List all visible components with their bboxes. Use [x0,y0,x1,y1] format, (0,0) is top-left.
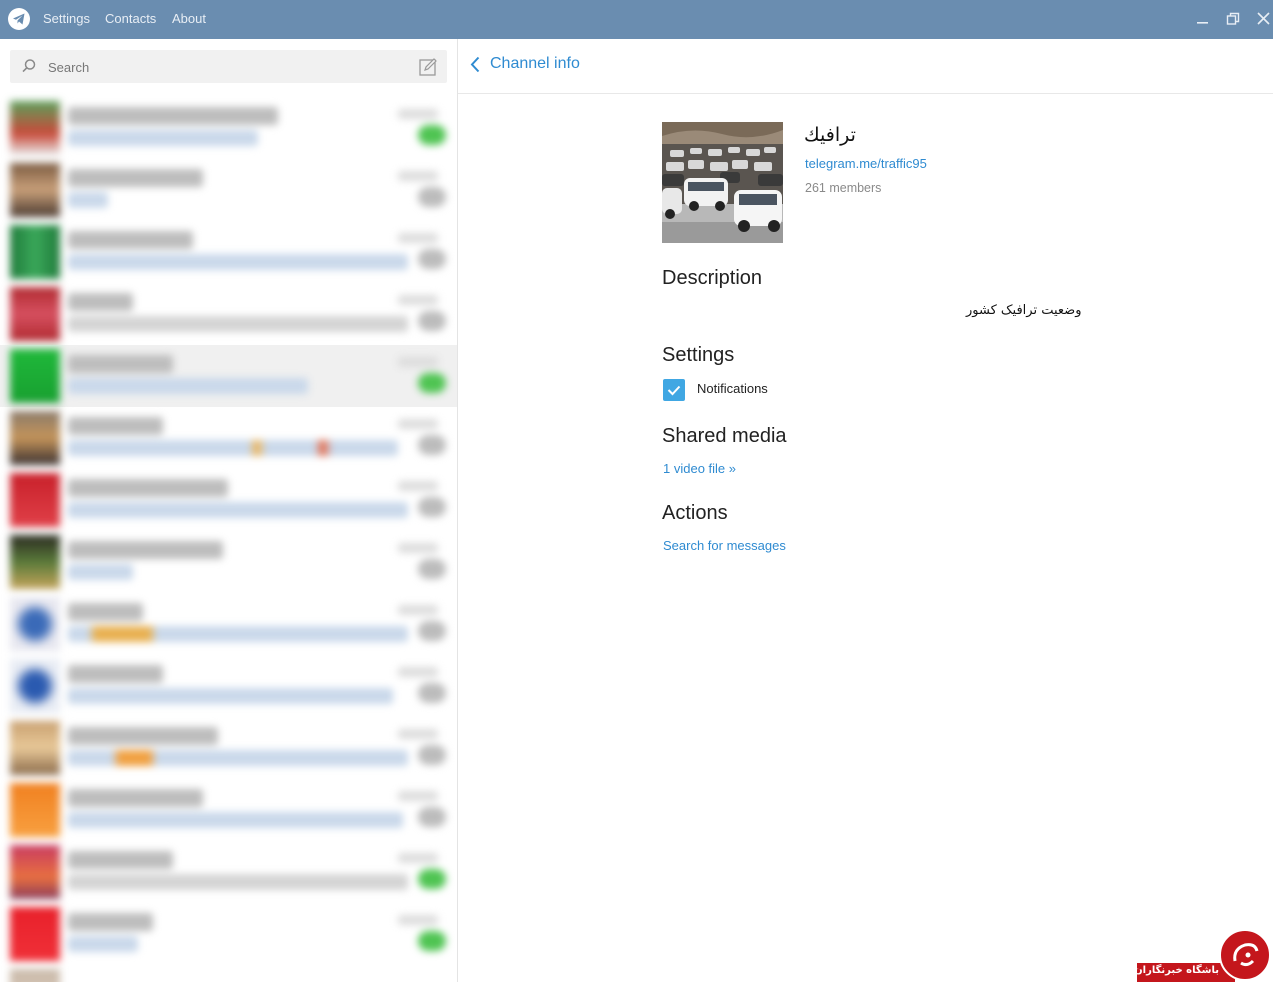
chat-row[interactable] [0,407,457,469]
chat-row[interactable] [0,779,457,841]
chat-row[interactable] [0,221,457,283]
chat-row[interactable] [0,655,457,717]
compose-icon[interactable] [418,57,438,81]
chat-row[interactable] [0,283,457,345]
chat-row[interactable] [0,469,457,531]
channel-members: 261 members [805,181,882,195]
telegram-logo-icon [8,8,30,30]
chat-row[interactable] [0,593,457,655]
watermark-emblem-icon [1219,929,1271,981]
channel-link[interactable]: telegram.me/traffic95 [805,156,927,171]
restore-icon[interactable] [1224,10,1242,28]
notifications-checkbox[interactable] [663,379,685,401]
description-text: وضعیت ترافیک کشور [966,303,1082,318]
menu-settings[interactable]: Settings [43,11,90,26]
chat-row[interactable] [0,903,457,965]
minimize-icon[interactable] [1194,10,1212,28]
search-icon [21,58,37,78]
chevron-left-icon [470,56,480,72]
actions-title: Actions [662,502,728,524]
notifications-label[interactable]: Notifications [697,381,768,396]
channel-name: ترافيك [804,124,856,146]
settings-title: Settings [662,344,735,366]
dialogs-panel [0,39,458,982]
chat-row[interactable] [0,531,457,593]
checkmark-icon [667,385,681,396]
watermark-text: باشگاه خبرنگاران [1134,965,1219,976]
chat-row[interactable] [0,159,457,221]
menu-contacts[interactable]: Contacts [105,11,156,26]
shared-media-title: Shared media [662,425,787,447]
channel-info-header: Channel info [458,39,1273,94]
chat-row[interactable] [0,345,457,407]
chat-row[interactable] [0,717,457,779]
chat-row[interactable] [0,841,457,903]
search-messages-link[interactable]: Search for messages [663,538,786,553]
chat-row[interactable] [0,97,457,159]
search-input[interactable] [46,50,410,85]
watermark-logo: باشگاه خبرنگاران [1134,927,1273,982]
back-button[interactable]: Channel info [470,55,580,73]
title-bar: Settings Contacts About [0,0,1273,39]
menu-about[interactable]: About [172,11,206,26]
back-label: Channel info [490,55,580,72]
video-files-link[interactable]: 1 video file » [663,461,736,476]
close-icon[interactable] [1255,10,1273,28]
search-box[interactable] [10,50,447,85]
chat-list [0,97,457,982]
channel-photo[interactable] [662,122,783,243]
chat-row[interactable] [0,965,457,982]
description-title: Description [662,267,763,289]
